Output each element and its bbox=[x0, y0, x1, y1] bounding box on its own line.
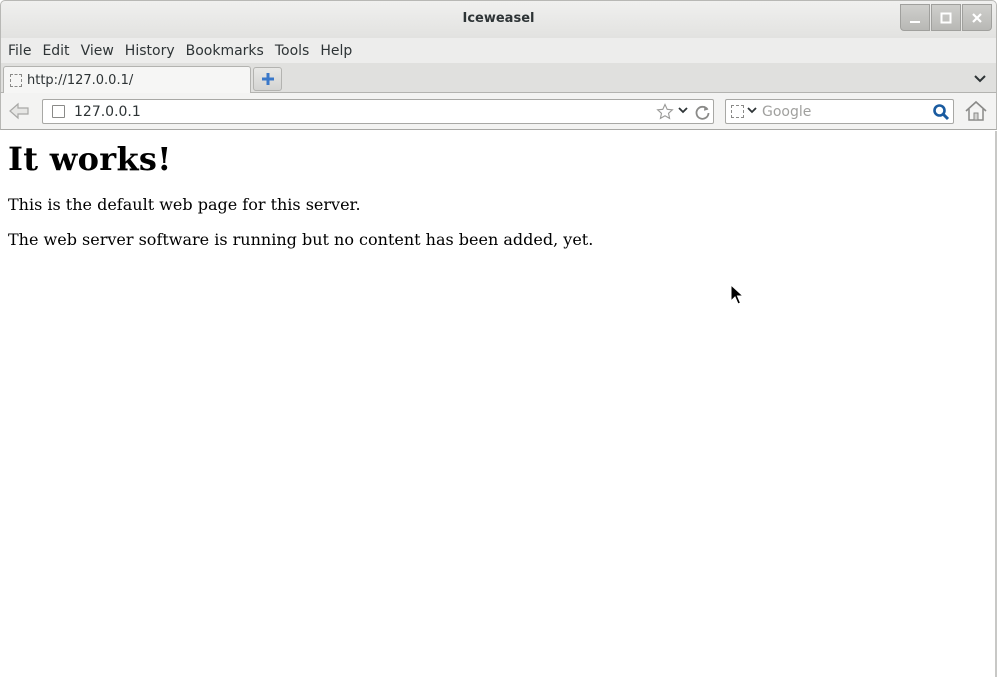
minimize-icon bbox=[910, 20, 920, 23]
search-input[interactable] bbox=[762, 102, 930, 121]
title-bar: Iceweasel bbox=[0, 0, 997, 38]
url-text[interactable]: 127.0.0.1 bbox=[74, 104, 141, 120]
site-identity-icon[interactable] bbox=[52, 105, 65, 118]
page-heading: It works! bbox=[8, 140, 172, 178]
paragraph: This is the default web page for this se… bbox=[8, 195, 361, 214]
plus-icon bbox=[261, 73, 274, 85]
menu-view[interactable]: View bbox=[77, 43, 118, 59]
close-button[interactable] bbox=[962, 4, 992, 31]
reload-icon[interactable] bbox=[694, 104, 711, 121]
menu-bookmarks[interactable]: Bookmarks bbox=[182, 43, 268, 59]
window-controls bbox=[900, 4, 992, 31]
menu-edit[interactable]: Edit bbox=[38, 43, 73, 59]
menu-history[interactable]: History bbox=[121, 43, 179, 59]
url-bar[interactable]: 127.0.0.1 bbox=[42, 99, 714, 124]
menu-tools[interactable]: Tools bbox=[271, 43, 314, 59]
list-all-tabs-button[interactable] bbox=[974, 72, 986, 87]
navigation-bar: 127.0.0.1 bbox=[0, 93, 997, 130]
search-engine-icon[interactable] bbox=[731, 105, 744, 118]
chevron-down-icon[interactable] bbox=[678, 107, 688, 115]
minimize-button[interactable] bbox=[900, 4, 930, 31]
paragraph: The web server software is running but n… bbox=[8, 230, 594, 249]
menu-bar: File Edit View History Bookmarks Tools H… bbox=[0, 38, 997, 63]
back-arrow-icon bbox=[9, 102, 29, 120]
search-icon[interactable] bbox=[932, 103, 950, 121]
chevron-down-icon bbox=[974, 75, 986, 83]
close-icon bbox=[972, 12, 982, 23]
page-content: It works! This is the default web page f… bbox=[0, 131, 995, 677]
mouse-cursor-icon bbox=[730, 284, 744, 305]
star-icon[interactable] bbox=[656, 103, 674, 120]
tab-active[interactable]: http://127.0.0.1/ bbox=[3, 66, 251, 94]
window-title: Iceweasel bbox=[462, 11, 535, 26]
menu-file[interactable]: File bbox=[4, 43, 35, 59]
chevron-down-icon[interactable] bbox=[747, 107, 757, 115]
maximize-button[interactable] bbox=[931, 4, 961, 31]
home-button[interactable] bbox=[964, 100, 988, 126]
new-tab-button[interactable] bbox=[253, 67, 282, 91]
back-button[interactable] bbox=[7, 101, 31, 125]
tab-title: http://127.0.0.1/ bbox=[27, 73, 134, 88]
page-icon bbox=[10, 74, 22, 87]
search-bar[interactable] bbox=[725, 99, 954, 124]
menu-help[interactable]: Help bbox=[316, 43, 356, 59]
maximize-icon bbox=[940, 12, 952, 23]
tab-strip: http://127.0.0.1/ bbox=[0, 63, 997, 94]
home-icon bbox=[965, 100, 987, 121]
